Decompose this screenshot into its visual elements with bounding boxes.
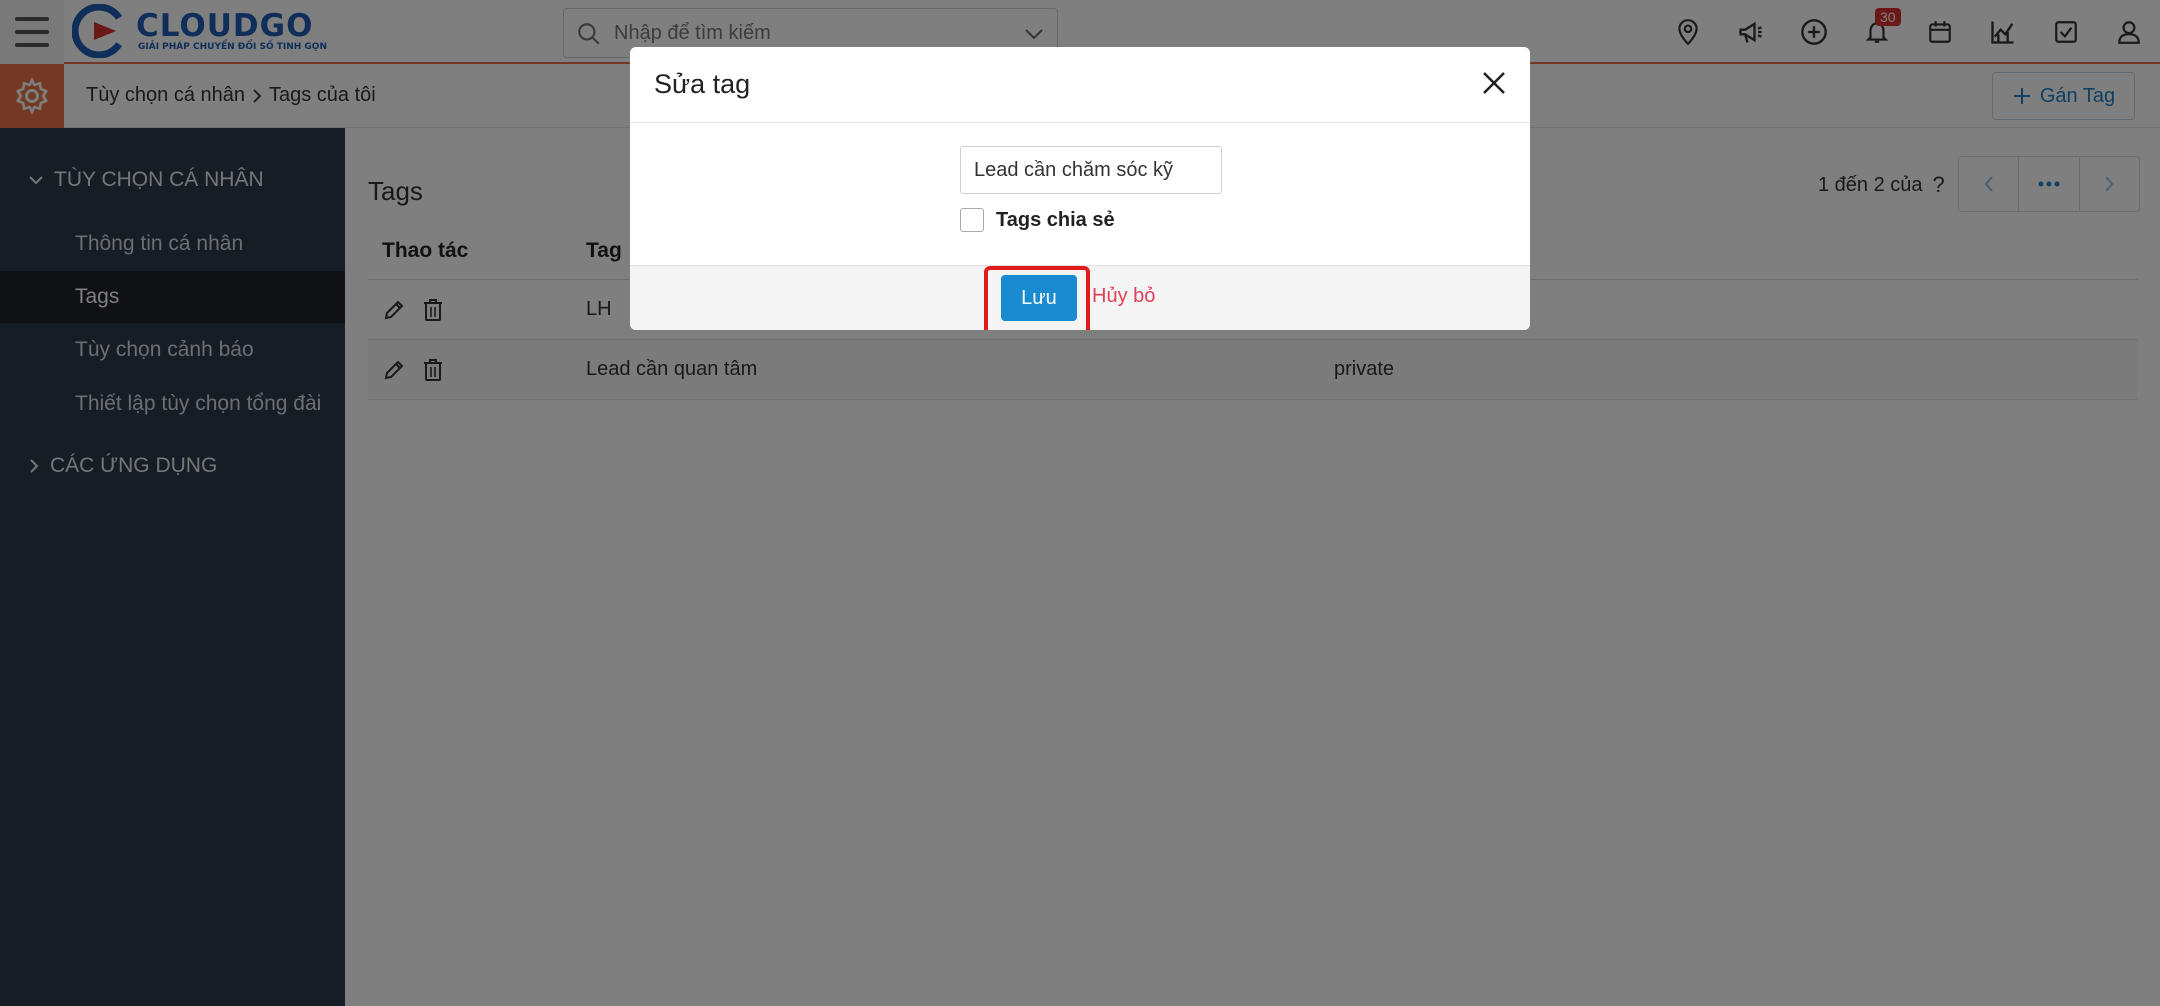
- share-tag-checkbox[interactable]: [960, 208, 984, 232]
- save-button[interactable]: Lưu: [1001, 275, 1077, 321]
- modal-footer: Lưu Hủy bỏ: [630, 265, 1530, 330]
- share-tag-option: Tags chia sẻ: [960, 208, 1115, 232]
- edit-tag-modal: Sửa tag Tags chia sẻ Lưu Hủy bỏ: [630, 47, 1530, 330]
- modal-header: Sửa tag: [630, 47, 1530, 123]
- tag-name-input[interactable]: [960, 146, 1222, 194]
- share-tag-label: Tags chia sẻ: [996, 208, 1115, 231]
- modal-body: Tags chia sẻ: [630, 123, 1530, 265]
- close-icon[interactable]: [1476, 65, 1512, 101]
- modal-title: Sửa tag: [654, 69, 751, 99]
- cancel-button[interactable]: Hủy bỏ: [1092, 285, 1155, 308]
